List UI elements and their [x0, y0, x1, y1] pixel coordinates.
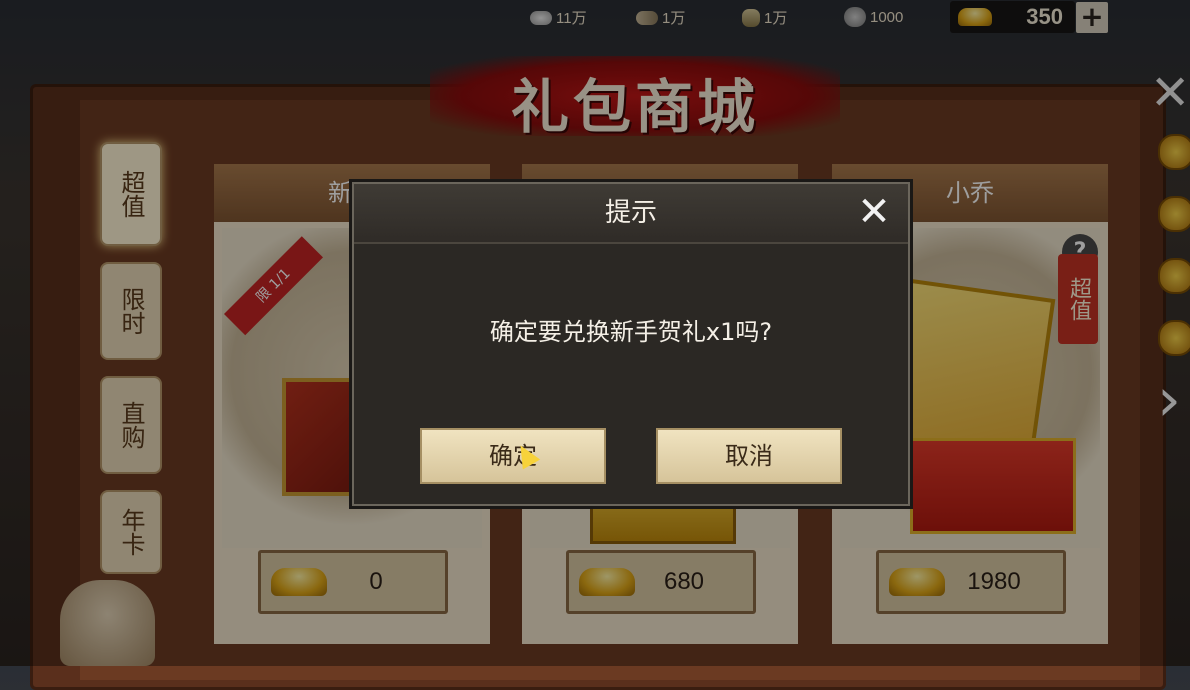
cancel-button[interactable]: 取消 — [656, 428, 842, 484]
dialog-message: 确定要兑换新手贺礼x1吗? — [489, 318, 773, 346]
confirm-dialog: 提示 ✕ 确定要兑换新手贺礼x1吗? 确定 取消 — [352, 182, 910, 506]
dialog-title: 提示 — [354, 184, 908, 244]
close-icon[interactable]: ✕ — [854, 192, 894, 232]
confirm-button[interactable]: 确定 — [420, 428, 606, 484]
